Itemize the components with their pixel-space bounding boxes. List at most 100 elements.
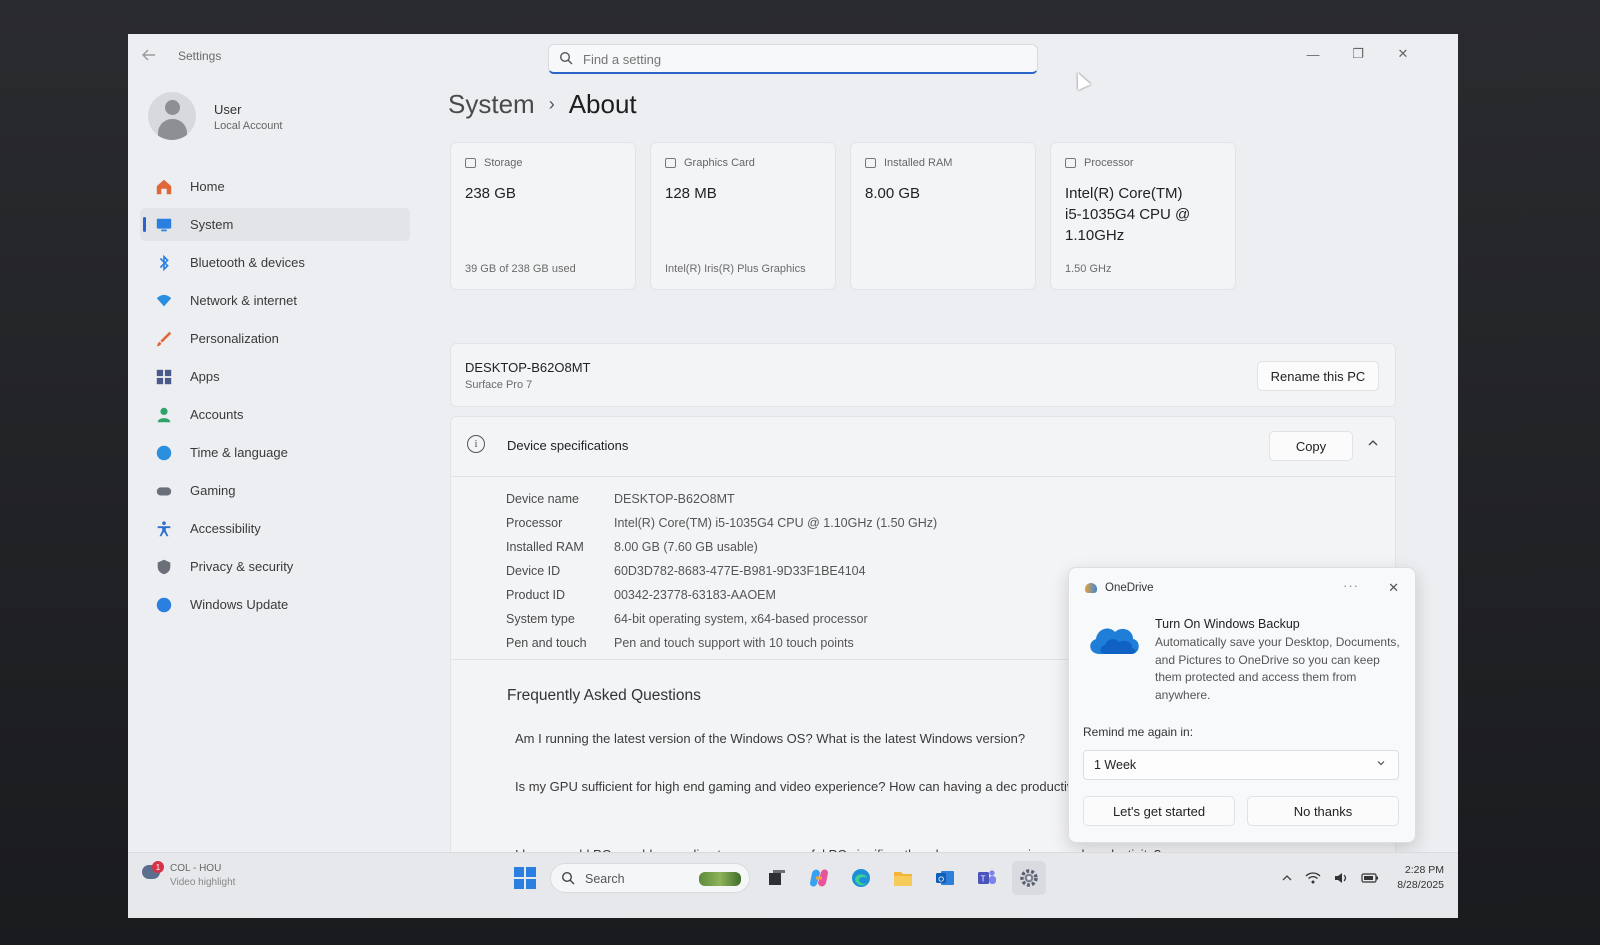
chevron-up-icon[interactable] [1367, 437, 1379, 449]
copy-button[interactable]: Copy [1269, 431, 1353, 461]
sidebar-item-label: Privacy & security [190, 559, 294, 574]
sidebar-item-home[interactable]: Home [140, 170, 410, 203]
spec-key: Product ID [506, 588, 566, 602]
sidebar-item-privacy-security[interactable]: Privacy & security [140, 550, 410, 583]
task-view-icon[interactable] [760, 861, 794, 895]
svg-text:T: T [981, 875, 986, 884]
card-label: Processor [1084, 157, 1134, 169]
sidebar-item-label: Personalization [190, 331, 279, 346]
sidebar-item-bluetooth-devices[interactable]: Bluetooth & devices [140, 246, 410, 279]
sidebar-item-accounts[interactable]: Accounts [140, 398, 410, 431]
wifi-icon[interactable] [1305, 871, 1321, 885]
notification-app-name: OneDrive [1105, 582, 1154, 594]
copilot-icon[interactable] [802, 861, 836, 895]
spec-row: Device ID 60D3D782-8683-477E-B981-9D33F1B… [506, 559, 937, 583]
taskbar-search[interactable]: Search [550, 863, 750, 893]
spec-key: Installed RAM [506, 540, 584, 554]
onedrive-notification: OneDrive ··· ✕ Turn On Windows Backup Au… [1068, 567, 1416, 843]
breadcrumb: System › About [448, 89, 637, 120]
storage-icon [465, 158, 476, 168]
home-icon [154, 177, 174, 197]
shield-icon [154, 557, 174, 577]
monitor-icon [154, 215, 174, 235]
search-input[interactable] [583, 50, 1023, 68]
lets-get-started-button[interactable]: Let's get started [1083, 796, 1235, 826]
search-icon [561, 871, 575, 885]
clock[interactable]: 2:28 PM 8/28/2025 [1397, 863, 1444, 893]
file-explorer-icon[interactable] [886, 861, 920, 895]
globe-clock-icon [154, 443, 174, 463]
avatar [148, 92, 196, 140]
card-label: Graphics Card [684, 157, 755, 169]
ram-card[interactable]: Installed RAM 8.00 GB [850, 142, 1036, 290]
sidebar-item-network-internet[interactable]: Network & internet [140, 284, 410, 317]
sidebar-item-label: Home [190, 179, 225, 194]
system-tray: 2:28 PM 8/28/2025 [1281, 861, 1444, 895]
outlook-icon[interactable]: O [928, 861, 962, 895]
taskbar-apps: Search O T [508, 861, 1054, 895]
spec-value: 64-bit operating system, x64-based proce… [614, 612, 868, 626]
sidebar-item-apps[interactable]: Apps [140, 360, 410, 393]
taskbar: 1 COL - HOU Video highlight Search O T 2… [128, 852, 1458, 918]
sidebar-item-gaming[interactable]: Gaming [140, 474, 410, 507]
close-button[interactable]: ✕ [1383, 40, 1423, 68]
taskbar-search-label: Search [585, 872, 625, 886]
back-button[interactable] [142, 48, 162, 64]
settings-search-box[interactable] [548, 44, 1038, 74]
breadcrumb-parent[interactable]: System [448, 89, 535, 120]
faq-title: Frequently Asked Questions [507, 687, 701, 704]
faq-question[interactable]: Am I running the latest version of the W… [515, 729, 1095, 748]
pc-model: Surface Pro 7 [465, 379, 533, 391]
sidebar-item-personalization[interactable]: Personalization [140, 322, 410, 355]
sidebar-item-label: Accessibility [190, 521, 261, 536]
settings-window: Settings — ❐ ✕ User Local Account Home Sy… [128, 34, 1458, 918]
chevron-up-icon[interactable] [1281, 872, 1293, 884]
rename-pc-button[interactable]: Rename this PC [1257, 361, 1379, 391]
weather-title: COL - HOU [170, 863, 222, 874]
sidebar-item-label: Network & internet [190, 293, 297, 308]
apps-icon [154, 367, 174, 387]
processor-icon [1065, 158, 1076, 168]
card-sub: 1.50 GHz [1065, 263, 1112, 275]
sidebar-item-label: System [190, 217, 234, 232]
sidebar-item-label: Apps [190, 369, 220, 384]
storage-card[interactable]: Storage 238 GB 39 GB of 238 GB used [450, 142, 636, 290]
gamepad-icon [154, 481, 174, 501]
notification-title: Turn On Windows Backup [1155, 617, 1300, 631]
card-value: 8.00 GB [865, 185, 921, 202]
processor-card[interactable]: Processor Intel(R) Core(TM) i5-1035G4 CP… [1050, 142, 1236, 290]
sidebar-item-windows-update[interactable]: Windows Update [140, 588, 410, 621]
card-sub: Intel(R) Iris(R) Plus Graphics [665, 263, 806, 275]
user-profile[interactable]: User Local Account [148, 92, 408, 144]
no-thanks-button[interactable]: No thanks [1247, 796, 1399, 826]
sidebar-item-system[interactable]: System [140, 208, 410, 241]
person-icon [154, 405, 174, 425]
settings-icon[interactable] [1012, 861, 1046, 895]
device-specifications-header[interactable]: i Device specifications Copy [451, 417, 1395, 477]
sidebar-item-time-language[interactable]: Time & language [140, 436, 410, 469]
specs-title: Device specifications [507, 438, 629, 453]
remind-dropdown[interactable]: 1 Week [1083, 750, 1399, 780]
edge-icon[interactable] [844, 861, 878, 895]
graphics-card[interactable]: Graphics Card 128 MB Intel(R) Iris(R) Pl… [650, 142, 836, 290]
volume-icon[interactable] [1333, 871, 1349, 885]
search-icon [559, 51, 573, 65]
battery-icon[interactable] [1361, 872, 1379, 884]
clock-time: 2:28 PM [1404, 864, 1444, 876]
minimize-button[interactable]: — [1293, 40, 1333, 68]
chevron-down-icon [1377, 761, 1385, 766]
svg-text:O: O [938, 874, 944, 883]
spec-list: Device name DESKTOP-B62O8MT Processor Intel… [506, 487, 937, 655]
teams-icon[interactable]: T [970, 861, 1004, 895]
faq-question[interactable]: Is my GPU sufficient for high end gaming… [515, 777, 1095, 796]
start-button[interactable] [508, 861, 542, 895]
notification-close-button[interactable]: ✕ [1388, 580, 1399, 596]
spec-value: Pen and touch support with 10 touch poin… [614, 636, 854, 650]
spec-key: Processor [506, 516, 563, 530]
more-options-button[interactable]: ··· [1343, 578, 1359, 593]
onedrive-cloud-icon [1090, 628, 1139, 654]
sidebar-item-label: Windows Update [190, 597, 289, 612]
spec-value: 8.00 GB (7.60 GB usable) [614, 540, 758, 554]
restore-button[interactable]: ❐ [1338, 40, 1378, 68]
sidebar-item-accessibility[interactable]: Accessibility [140, 512, 410, 545]
